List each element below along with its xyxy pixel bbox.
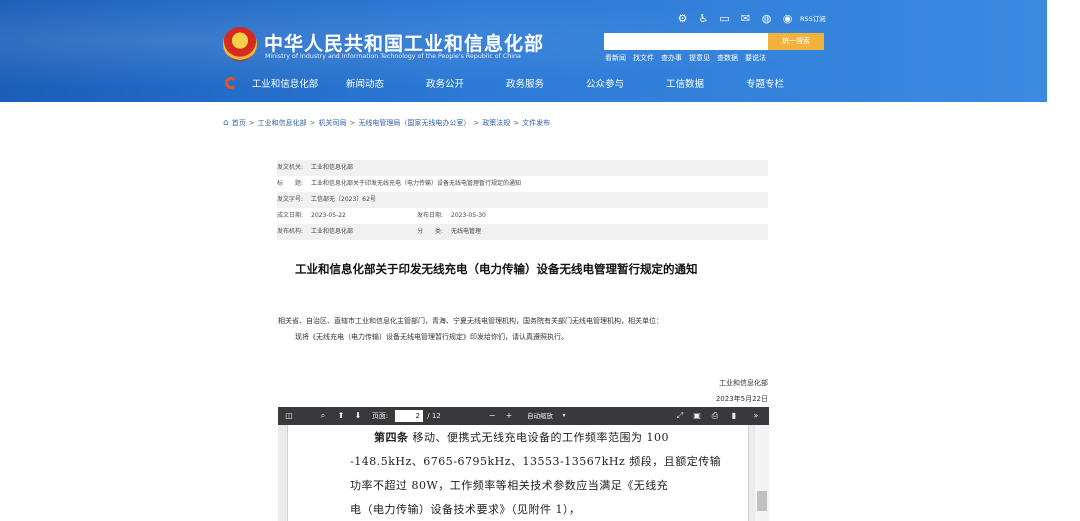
accessibility-icon[interactable]: ♿ bbox=[693, 11, 714, 27]
home-icon[interactable]: ⌂ bbox=[223, 118, 229, 128]
meta-row-title: 标 题: 工业和信息化部关于印发无线充电（电力传输）设备无线电管理暂行规定的通知 bbox=[277, 176, 768, 192]
meta-written-cell: 成文日期: 2023-05-22 bbox=[277, 208, 417, 224]
mail-icon[interactable]: ✉ bbox=[735, 11, 756, 27]
meta-label: 发布日期: bbox=[417, 212, 444, 219]
quick-link-services[interactable]: 查办事 bbox=[661, 53, 682, 63]
next-page-icon[interactable]: ⬇ bbox=[351, 407, 365, 425]
pdf-text-line: 功率不超过 80W，工作频率等相关技术参数应当满足《无线充 bbox=[350, 479, 669, 492]
breadcrumb-radio-bureau[interactable]: 无线电管理局（国家无线电办公室） bbox=[358, 118, 470, 128]
utility-icon-bar: ⚙ ♿ ▭ ✉ ◍ ◉ RSS订阅 bbox=[672, 11, 826, 27]
quick-link-feedback[interactable]: 提意见 bbox=[689, 53, 710, 63]
site-title[interactable]: 中华人民共和国工业和信息化部 bbox=[264, 29, 544, 56]
meta-row-doc-no: 发文字号: 工信部无〔2023〕62号 bbox=[277, 192, 768, 208]
monitor-icon[interactable]: ▭ bbox=[714, 11, 735, 27]
article-signature: 工业和信息化部 bbox=[719, 379, 768, 387]
total-pages: / 12 bbox=[427, 412, 441, 420]
meta-category: 无线电管理 bbox=[451, 228, 482, 235]
print-icon[interactable]: ⎙ bbox=[708, 407, 722, 425]
pdf-scroll-thumb[interactable] bbox=[757, 491, 767, 511]
quick-link-data[interactable]: 查数据 bbox=[717, 53, 738, 63]
breadcrumb-separator: > bbox=[473, 119, 480, 127]
article-recipients: 相关省、自治区、直辖市工业和信息化主管部门，青海、宁夏无线电管理机构，国务院有关… bbox=[278, 317, 663, 325]
quick-link-news[interactable]: 看新闻 bbox=[605, 53, 626, 63]
bookmark-icon[interactable]: ▮ bbox=[727, 407, 741, 425]
article-date: 2023年5月22日 bbox=[715, 395, 768, 403]
tools-icon[interactable]: » bbox=[748, 407, 764, 425]
nav-item-participation[interactable]: 公众参与 bbox=[565, 76, 645, 90]
site-subtitle: Ministry of Industry and Information Tec… bbox=[265, 53, 521, 60]
zoom-in-icon[interactable]: + bbox=[502, 407, 516, 425]
pdf-toolbar: ◫ ⌕ ⬆ ⬇ 页面: 2 / 12 − + 自动缩放 ▾ ⤢ ▣ ⎙ ▮ » bbox=[278, 407, 769, 425]
pdf-text-line: -148.5kHz、6765-6795kHz、13553-13567kHz 频段… bbox=[350, 455, 722, 468]
meta-category-cell: 分 类: 无线电管理 bbox=[417, 224, 557, 240]
pdf-page: 第四条 移动、便携式无线充电设备的工作频率范围为 100 -148.5kHz、6… bbox=[287, 425, 749, 521]
main-nav: 工业和信息化部 新闻动态 政务公开 政务服务 公众参与 工信数据 专题专栏 bbox=[245, 76, 805, 90]
weibo-icon[interactable]: ◉ bbox=[777, 11, 798, 27]
meta-label: 发文字号: bbox=[277, 196, 304, 203]
breadcrumb-home[interactable]: 首页 bbox=[232, 118, 246, 128]
nav-item-news[interactable]: 新闻动态 bbox=[325, 76, 405, 90]
nav-logo-icon[interactable] bbox=[225, 77, 237, 89]
meta-label: 成文日期: bbox=[277, 212, 304, 219]
meta-org: 工业和信息化部 bbox=[311, 228, 354, 235]
pdf-scrollbar[interactable] bbox=[755, 425, 769, 521]
meta-org-cell: 发布机构: 工业和信息化部 bbox=[277, 224, 417, 240]
meta-row-dates: 成文日期: 2023-05-22 发布日期: 2023-05-30 bbox=[277, 208, 768, 224]
breadcrumb-separator: > bbox=[513, 119, 520, 127]
search-input[interactable] bbox=[604, 33, 768, 50]
meta-published-date: 2023-05-30 bbox=[451, 212, 486, 219]
page-number-input[interactable]: 2 bbox=[395, 410, 423, 422]
quick-links: 看新闻 找文件 查办事 提意见 查数据 要说法 bbox=[605, 53, 766, 63]
meta-written-date: 2023-05-22 bbox=[311, 212, 346, 219]
article-body: 现将《无线充电（电力传输）设备无线电管理暂行规定》印发给你们，请认真遵照执行。 bbox=[295, 333, 568, 341]
zoom-out-icon[interactable]: − bbox=[485, 407, 499, 425]
nav-item-data[interactable]: 工信数据 bbox=[645, 76, 725, 90]
open-file-icon[interactable]: ▣ bbox=[690, 407, 704, 425]
find-icon[interactable]: ⌕ bbox=[316, 407, 330, 425]
breadcrumb-policies[interactable]: 政策法规 bbox=[482, 118, 510, 128]
national-emblem-logo[interactable] bbox=[223, 27, 257, 61]
meta-row-issuer: 发文机关: 工业和信息化部 bbox=[277, 160, 768, 176]
pdf-text-line: 电（电力传输）设备技术要求》（见附件 1）， bbox=[350, 503, 581, 516]
page-label: 页面: bbox=[371, 412, 389, 420]
settings-icon[interactable]: ⚙ bbox=[672, 11, 693, 27]
breadcrumb-ministry[interactable]: 工业和信息化部 bbox=[258, 118, 307, 128]
quick-link-law[interactable]: 要说法 bbox=[745, 53, 766, 63]
nav-item-services[interactable]: 政务服务 bbox=[485, 76, 565, 90]
meta-label: 发布机构: bbox=[277, 228, 304, 235]
meta-title: 工业和信息化部关于印发无线充电（电力传输）设备无线电管理暂行规定的通知 bbox=[311, 180, 522, 187]
nav-item-gov-affairs[interactable]: 政务公开 bbox=[405, 76, 485, 90]
breadcrumb-separator: > bbox=[248, 119, 255, 127]
article-title: 工业和信息化部关于印发无线充电（电力传输）设备无线电管理暂行规定的通知 bbox=[295, 262, 698, 276]
meta-doc-no: 工信部无〔2023〕62号 bbox=[311, 196, 376, 203]
chevron-down-icon[interactable]: ▾ bbox=[560, 407, 568, 425]
document-meta-table: 发文机关: 工业和信息化部 标 题: 工业和信息化部关于印发无线充电（电力传输）… bbox=[277, 160, 768, 240]
presentation-icon[interactable]: ⤢ bbox=[673, 407, 687, 425]
breadcrumb-separator: > bbox=[309, 119, 316, 127]
zoom-select[interactable]: 自动缩放 bbox=[520, 407, 560, 425]
previous-page-icon[interactable]: ⬆ bbox=[334, 407, 348, 425]
breadcrumb-departments[interactable]: 机关司局 bbox=[318, 118, 346, 128]
meta-issuer: 工业和信息化部 bbox=[311, 164, 354, 171]
quick-link-files[interactable]: 找文件 bbox=[633, 53, 654, 63]
wechat-icon[interactable]: ◍ bbox=[756, 11, 777, 27]
nav-item-topics[interactable]: 专题专栏 bbox=[725, 76, 805, 90]
breadcrumb-documents[interactable]: 文件发布 bbox=[522, 118, 550, 128]
breadcrumb: ⌂ 首页 > 工业和信息化部 > 机关司局 > 无线电管理局（国家无线电办公室）… bbox=[223, 118, 550, 128]
meta-row-org: 发布机构: 工业和信息化部 分 类: 无线电管理 bbox=[277, 224, 768, 240]
nav-item-ministry[interactable]: 工业和信息化部 bbox=[245, 76, 325, 90]
pdf-viewer: ◫ ⌕ ⬆ ⬇ 页面: 2 / 12 − + 自动缩放 ▾ ⤢ ▣ ⎙ ▮ » … bbox=[278, 407, 769, 521]
meta-label: 标 题: bbox=[277, 180, 304, 187]
search-button[interactable]: 统一搜索 bbox=[768, 33, 824, 50]
meta-label: 发文机关: bbox=[277, 164, 304, 171]
pdf-text-line: 第四条 移动、便携式无线充电设备的工作频率范围为 100 bbox=[374, 431, 669, 444]
meta-published-cell: 发布日期: 2023-05-30 bbox=[417, 208, 557, 224]
rss-link[interactable]: RSS订阅 bbox=[800, 11, 826, 27]
breadcrumb-separator: > bbox=[349, 119, 356, 127]
sidebar-toggle-icon[interactable]: ◫ bbox=[281, 407, 297, 425]
meta-label: 分 类: bbox=[417, 228, 444, 235]
